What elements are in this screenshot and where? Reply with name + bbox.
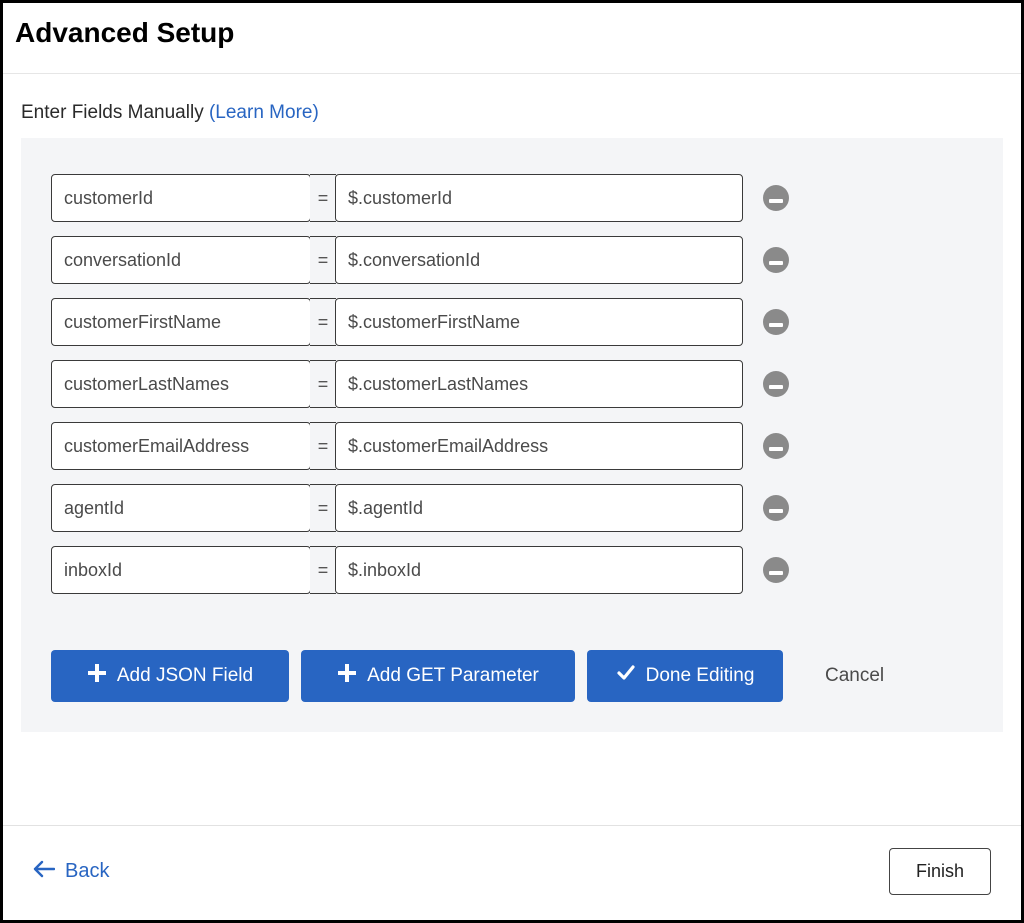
- minus-icon: [769, 191, 783, 206]
- fields-panel: = = = = = = = Add JSON Field Add GET Parameter…: [21, 138, 1003, 732]
- minus-icon: [769, 377, 783, 392]
- remove-field-button[interactable]: [763, 185, 789, 211]
- field-key-input[interactable]: [51, 546, 311, 594]
- field-value-input[interactable]: [335, 422, 743, 470]
- back-button[interactable]: Back: [33, 860, 109, 884]
- enter-fields-label: Enter Fields Manually (Learn More): [21, 102, 1003, 124]
- cancel-label: Cancel: [825, 665, 884, 687]
- equals-separator: =: [310, 422, 336, 470]
- finish-label: Finish: [916, 861, 964, 881]
- field-key-input[interactable]: [51, 174, 311, 222]
- equals-separator: =: [310, 298, 336, 346]
- enter-fields-text: Enter Fields Manually: [21, 102, 209, 123]
- field-row: =: [51, 422, 973, 470]
- minus-icon: [769, 563, 783, 578]
- equals-separator: =: [310, 546, 336, 594]
- remove-field-button[interactable]: [763, 247, 789, 273]
- minus-icon: [769, 501, 783, 516]
- minus-icon: [769, 439, 783, 454]
- field-key-input[interactable]: [51, 422, 311, 470]
- minus-icon: [769, 253, 783, 268]
- done-editing-button[interactable]: Done Editing: [587, 650, 783, 702]
- field-value-input[interactable]: [335, 546, 743, 594]
- add-json-field-button[interactable]: Add JSON Field: [51, 650, 289, 702]
- field-row: =: [51, 360, 973, 408]
- remove-field-button[interactable]: [763, 371, 789, 397]
- plus-icon: [87, 663, 107, 689]
- remove-field-button[interactable]: [763, 557, 789, 583]
- equals-separator: =: [310, 236, 336, 284]
- field-row: =: [51, 236, 973, 284]
- field-value-input[interactable]: [335, 360, 743, 408]
- content-area: Enter Fields Manually (Learn More) =====…: [3, 74, 1021, 732]
- equals-separator: =: [310, 360, 336, 408]
- field-value-input[interactable]: [335, 236, 743, 284]
- remove-field-button[interactable]: [763, 433, 789, 459]
- action-button-row: Add JSON Field Add GET Parameter Done Ed…: [51, 650, 973, 702]
- field-row: =: [51, 298, 973, 346]
- fields-container: = = = = = = =: [51, 174, 973, 594]
- add-get-parameter-label: Add GET Parameter: [367, 665, 539, 687]
- field-value-input[interactable]: [335, 298, 743, 346]
- field-row: =: [51, 484, 973, 532]
- field-key-input[interactable]: [51, 298, 311, 346]
- finish-button[interactable]: Finish: [889, 848, 991, 895]
- field-value-input[interactable]: [335, 174, 743, 222]
- arrow-left-icon: [33, 860, 55, 884]
- field-key-input[interactable]: [51, 360, 311, 408]
- equals-separator: =: [310, 174, 336, 222]
- minus-icon: [769, 315, 783, 330]
- field-row: =: [51, 546, 973, 594]
- learn-more-link[interactable]: (Learn More): [209, 102, 319, 123]
- done-editing-label: Done Editing: [646, 665, 755, 687]
- add-json-field-label: Add JSON Field: [117, 665, 253, 687]
- check-icon: [616, 663, 636, 689]
- plus-icon: [337, 663, 357, 689]
- field-key-input[interactable]: [51, 484, 311, 532]
- back-label: Back: [65, 860, 109, 883]
- page-title: Advanced Setup: [15, 17, 1009, 49]
- footer: Back Finish: [3, 825, 1021, 923]
- equals-separator: =: [310, 484, 336, 532]
- add-get-parameter-button[interactable]: Add GET Parameter: [301, 650, 575, 702]
- field-value-input[interactable]: [335, 484, 743, 532]
- field-key-input[interactable]: [51, 236, 311, 284]
- remove-field-button[interactable]: [763, 495, 789, 521]
- page-header: Advanced Setup: [3, 3, 1021, 74]
- field-row: =: [51, 174, 973, 222]
- cancel-button[interactable]: Cancel: [795, 650, 914, 702]
- remove-field-button[interactable]: [763, 309, 789, 335]
